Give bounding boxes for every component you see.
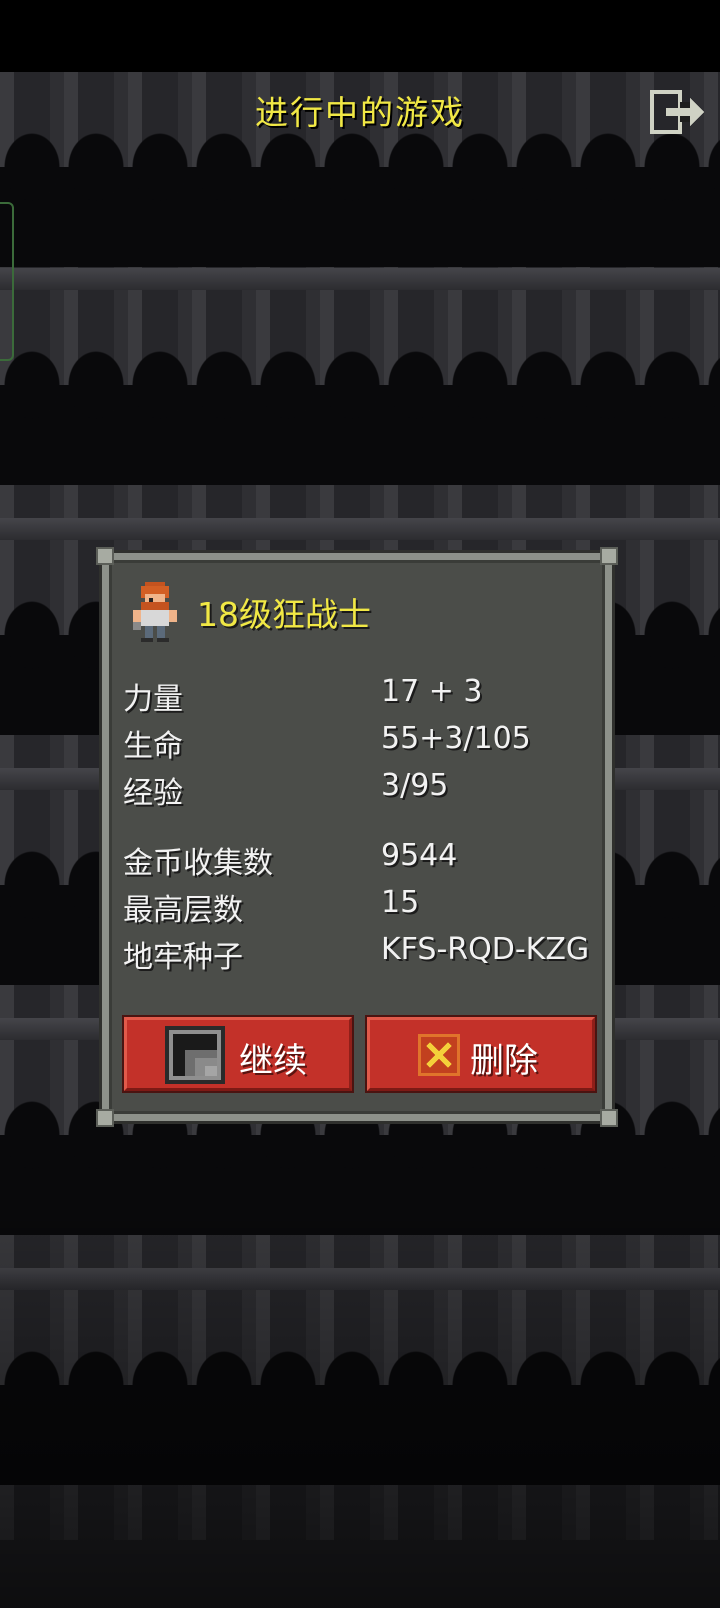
status-bar — [0, 0, 720, 72]
ledge — [0, 518, 720, 540]
stat-value: 3/95 — [381, 768, 449, 803]
panel-corner — [600, 547, 618, 565]
panel-corner — [600, 1109, 618, 1127]
exit-door-icon — [650, 90, 704, 134]
page-title: 进行中的游戏 — [255, 93, 465, 132]
ledge — [0, 268, 720, 290]
background-shade — [0, 1192, 720, 1608]
berserker-avatar-icon — [133, 582, 177, 642]
stat-strength: 力量 17 + 3 — [123, 674, 603, 718]
stat-label: 经验 — [123, 776, 183, 811]
stat-value: 17 + 3 — [381, 674, 483, 709]
hero-title: 18级狂战士 — [197, 595, 371, 634]
stat-label: 金币收集数 — [123, 846, 273, 881]
stat-value: 15 — [381, 885, 420, 920]
stat-label: 地牢种子 — [123, 940, 243, 975]
stat-label: 生命 — [123, 729, 183, 764]
delete-button[interactable]: 删除 — [367, 1017, 595, 1091]
stat-value: KFS-RQD-KZG — [381, 932, 590, 967]
exit-button[interactable] — [650, 90, 706, 134]
stat-value: 9544 — [381, 838, 458, 873]
stat-experience: 经验 3/95 — [123, 768, 603, 812]
stat-max-depth: 最高层数 15 — [123, 885, 603, 929]
continue-label: 继续 — [239, 1041, 307, 1081]
stat-label: 最高层数 — [123, 893, 243, 928]
panel-corner — [96, 547, 114, 565]
stat-label: 力量 — [123, 682, 183, 717]
stat-value: 55+3/105 — [381, 721, 531, 756]
close-x-icon — [418, 1034, 460, 1076]
panel-corner — [96, 1109, 114, 1127]
game-info-panel: 18级狂战士 力量 17 + 3 生命 55+3/105 经验 3/95 金币收… — [96, 547, 618, 1127]
stat-gold-collected: 金币收集数 9544 — [123, 838, 603, 882]
side-drawer-handle[interactable] — [0, 202, 14, 361]
stat-dungeon-seed: 地牢种子 KFS-RQD-KZG — [123, 932, 603, 976]
stairs-icon — [165, 1026, 225, 1084]
continue-button[interactable]: 继续 — [124, 1017, 352, 1091]
delete-label: 删除 — [470, 1041, 538, 1081]
stat-health: 生命 55+3/105 — [123, 721, 603, 765]
arch-row — [0, 290, 720, 540]
